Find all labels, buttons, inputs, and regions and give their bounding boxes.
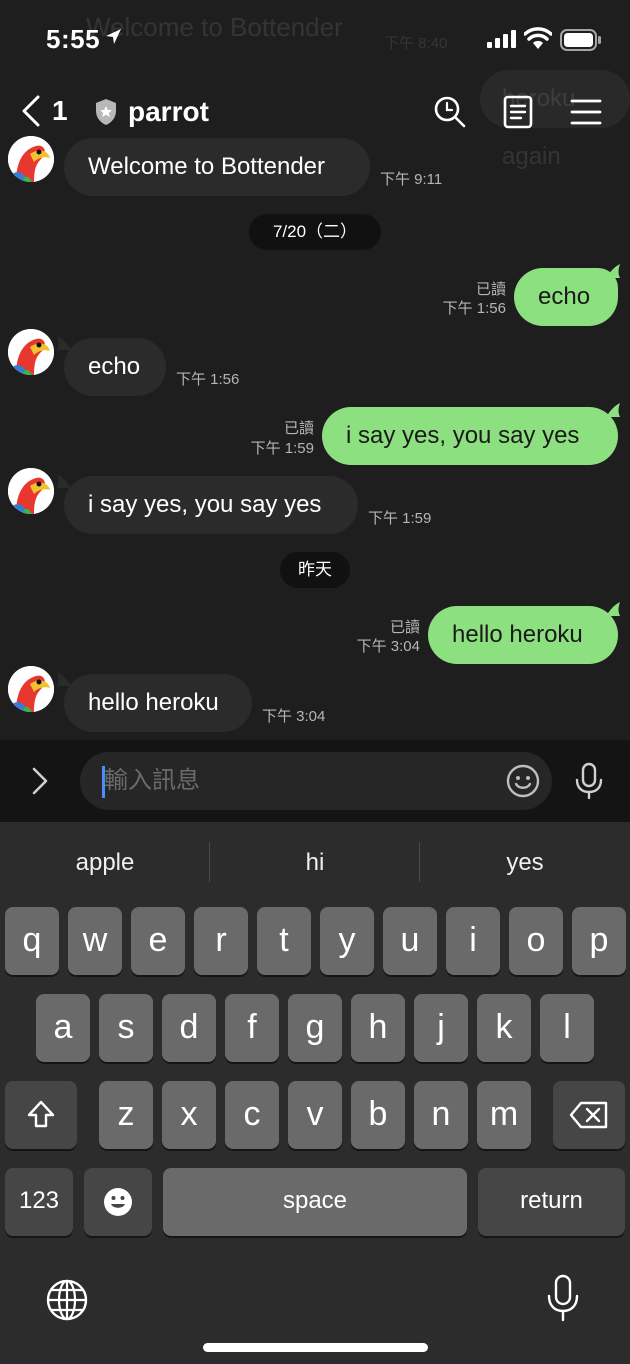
- outgoing-message-bubble[interactable]: hello heroku: [428, 606, 618, 664]
- key[interactable]: h: [351, 994, 405, 1062]
- shift-icon: [27, 1100, 55, 1128]
- globe-icon[interactable]: [45, 1278, 89, 1322]
- message-time: 下午 1:56: [176, 371, 240, 388]
- bubble-tail: [606, 403, 620, 417]
- message-time: 下午 1:56: [442, 300, 506, 317]
- location-arrow-icon: [106, 29, 121, 44]
- emoji-icon[interactable]: [506, 764, 540, 798]
- key[interactable]: t: [257, 907, 311, 975]
- key[interactable]: u: [383, 907, 437, 975]
- message-time: 下午 3:04: [262, 708, 326, 725]
- chat-header: 1 parrot: [0, 80, 630, 144]
- read-receipt: 已讀: [283, 420, 314, 437]
- return-key[interactable]: return: [478, 1168, 625, 1236]
- outgoing-message-bubble[interactable]: i say yes, you say yes: [322, 407, 618, 465]
- bot-avatar[interactable]: [8, 329, 54, 375]
- key[interactable]: q: [5, 907, 59, 975]
- numbers-key[interactable]: 123: [5, 1168, 73, 1236]
- key[interactable]: d: [162, 994, 216, 1062]
- search-icon[interactable]: [432, 94, 468, 130]
- shift-key[interactable]: [5, 1081, 77, 1149]
- message-time: 下午 1:59: [368, 510, 432, 527]
- key[interactable]: m: [477, 1081, 531, 1149]
- suggestion-item[interactable]: yes: [420, 840, 630, 886]
- key[interactable]: y: [320, 907, 374, 975]
- key[interactable]: w: [68, 907, 122, 975]
- cellular-signal-icon: [487, 30, 516, 48]
- key[interactable]: s: [99, 994, 153, 1062]
- chat-title[interactable]: parrot: [94, 96, 209, 128]
- date-separator: 昨天: [280, 552, 350, 588]
- message-input-bar: 輸入訊息: [0, 740, 630, 822]
- bubble-tail: [57, 672, 71, 686]
- read-receipt: 已讀: [389, 619, 420, 636]
- bubble-tail: [606, 602, 620, 616]
- chevron-left-icon: [22, 95, 40, 127]
- message-input[interactable]: 輸入訊息: [80, 752, 552, 810]
- key[interactable]: v: [288, 1081, 342, 1149]
- message-time: 下午 1:59: [250, 440, 314, 457]
- suggestion-item[interactable]: hi: [210, 840, 420, 886]
- suggestion-item[interactable]: apple: [0, 840, 210, 886]
- status-bar: 5:55: [0, 0, 630, 80]
- backspace-key[interactable]: [553, 1081, 625, 1149]
- status-time: 5:55: [46, 24, 101, 54]
- verified-shield-icon: [96, 99, 116, 125]
- key[interactable]: c: [225, 1081, 279, 1149]
- notes-icon[interactable]: [500, 94, 536, 130]
- home-indicator[interactable]: [203, 1343, 428, 1352]
- bubble-tail: [606, 264, 620, 278]
- key[interactable]: z: [99, 1081, 153, 1149]
- message-input-placeholder: 輸入訊息: [104, 767, 200, 794]
- key[interactable]: f: [225, 994, 279, 1062]
- read-receipt: 已讀: [475, 281, 506, 298]
- bubble-tail: [57, 336, 71, 350]
- battery-icon: [560, 29, 601, 51]
- key[interactable]: g: [288, 994, 342, 1062]
- chevron-right-icon[interactable]: [30, 766, 50, 796]
- key[interactable]: j: [414, 994, 468, 1062]
- unread-count: 1: [52, 95, 68, 126]
- key[interactable]: a: [36, 994, 90, 1062]
- back-button[interactable]: 1: [20, 94, 68, 128]
- microphone-icon[interactable]: [574, 762, 604, 800]
- incoming-message-bubble[interactable]: Welcome to Bottender: [64, 138, 370, 196]
- message-time: 下午 3:04: [356, 638, 420, 655]
- bubble-tail: [57, 474, 71, 488]
- bot-avatar[interactable]: [8, 468, 54, 514]
- space-key[interactable]: space: [163, 1168, 467, 1236]
- key[interactable]: e: [131, 907, 185, 975]
- chat-title-text: parrot: [128, 96, 209, 127]
- key[interactable]: n: [414, 1081, 468, 1149]
- menu-icon[interactable]: [568, 94, 604, 130]
- wifi-icon: [524, 27, 552, 49]
- incoming-message-bubble[interactable]: hello heroku: [64, 674, 252, 732]
- outgoing-message-bubble[interactable]: echo: [514, 268, 618, 326]
- incoming-message-bubble[interactable]: i say yes, you say yes: [64, 476, 358, 534]
- backspace-icon: [569, 1101, 608, 1129]
- key[interactable]: p: [572, 907, 626, 975]
- emoji-key[interactable]: [84, 1168, 152, 1236]
- incoming-message-bubble[interactable]: echo: [64, 338, 166, 396]
- date-separator: 7/20（二）: [249, 214, 381, 250]
- key[interactable]: o: [509, 907, 563, 975]
- message-time: 下午 9:11: [380, 171, 443, 188]
- bot-avatar[interactable]: [8, 666, 54, 712]
- keyboard: apple hi yes q w e r t y u i o p a s d f…: [0, 822, 630, 1364]
- key[interactable]: l: [540, 994, 594, 1062]
- key[interactable]: i: [446, 907, 500, 975]
- emoji-face-icon: [104, 1188, 132, 1216]
- key[interactable]: r: [194, 907, 248, 975]
- key[interactable]: x: [162, 1081, 216, 1149]
- dictation-microphone-icon[interactable]: [546, 1274, 580, 1322]
- key[interactable]: b: [351, 1081, 405, 1149]
- key[interactable]: k: [477, 994, 531, 1062]
